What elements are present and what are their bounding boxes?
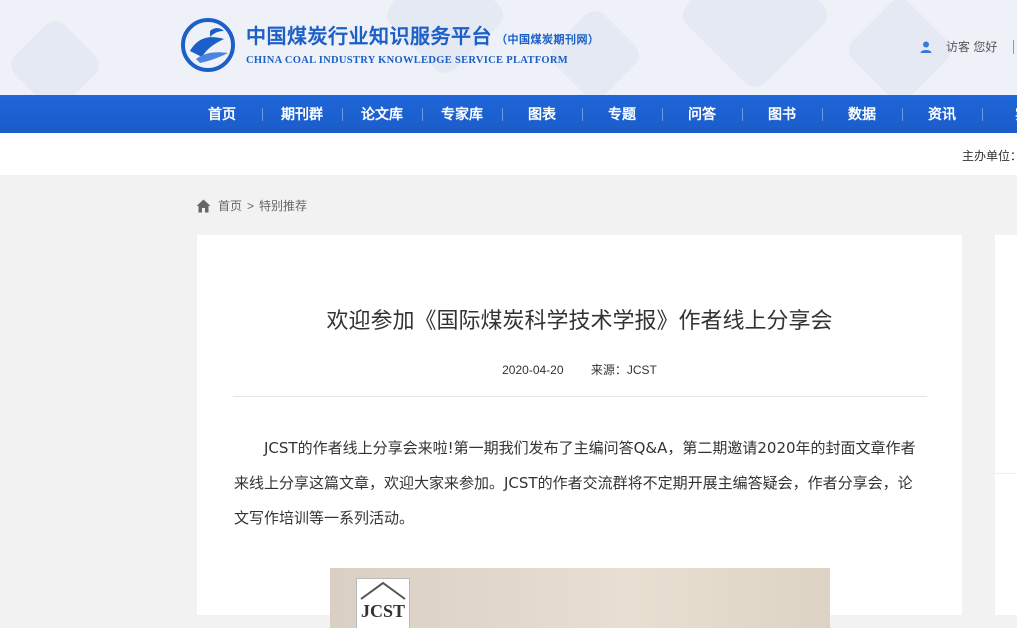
- sub-bar: 主办单位：: [0, 133, 1017, 175]
- roof-icon: [360, 581, 406, 600]
- nav-item-experts[interactable]: 专家库: [422, 95, 502, 133]
- site-logo[interactable]: 中国煤炭行业知识服务平台 （中国煤炭期刊网） CHINA COAL INDUSTR…: [180, 17, 600, 73]
- article-meta: 2020-04-20 来源：JCST: [197, 361, 962, 378]
- logo-icon: [181, 18, 235, 72]
- image-logo-text: JCST: [361, 601, 406, 621]
- article-source: 来源：JCST: [590, 363, 657, 377]
- breadcrumb-separator: >: [247, 198, 255, 213]
- nav-item-home[interactable]: 首页: [182, 95, 262, 133]
- site-name-cn: 中国煤炭行业知识服务平台 （中国煤炭期刊网）: [246, 24, 600, 48]
- nav-item-books[interactable]: 图书: [742, 95, 822, 133]
- breadcrumb-current[interactable]: 特别推荐: [259, 197, 307, 214]
- nav-item-qa[interactable]: 问答: [662, 95, 742, 133]
- visitor-greeting[interactable]: 访客 您好: [920, 38, 1015, 55]
- main-nav: 首页 期刊群 论文库 专家库 图表 专题 问答 图书 数据 资讯 实: [0, 95, 1017, 133]
- article-card: 欢迎参加《国际煤炭科学技术学报》作者线上分享会 2020-04-20 来源：JC…: [197, 235, 962, 628]
- nav-item-news[interactable]: 资讯: [902, 95, 982, 133]
- host-unit-label: 主办单位：: [962, 149, 1017, 163]
- site-name-sub: （中国煤炭期刊网）: [496, 33, 600, 46]
- site-name-en: CHINA COAL INDUSTRY KNOWLEDGE SERVICE PL…: [246, 55, 568, 66]
- right-sidebar: [995, 235, 1017, 615]
- site-header: 中国煤炭行业知识服务平台 （中国煤炭期刊网） CHINA COAL INDUSTR…: [0, 0, 1017, 95]
- divider: [233, 396, 927, 397]
- header-divider: [1013, 39, 1015, 54]
- article-date: 2020-04-20: [502, 363, 564, 377]
- jcst-logo-image: JCST: [356, 578, 410, 628]
- nav-item-more[interactable]: 实: [982, 95, 1017, 133]
- nav-item-charts[interactable]: 图表: [502, 95, 582, 133]
- visitor-text: 访客 您好: [946, 40, 998, 54]
- article-title: 欢迎参加《国际煤炭科学技术学报》作者线上分享会: [326, 309, 833, 334]
- article-body: JCST的作者线上分享会来啦!第一期我们发布了主编问答Q&A，第二期邀请2020…: [234, 439, 916, 527]
- nav-item-data[interactable]: 数据: [822, 95, 902, 133]
- nav-item-journals[interactable]: 期刊群: [262, 95, 342, 133]
- header-decor: [5, 15, 105, 95]
- home-icon: [196, 199, 211, 212]
- article-image: JCST: [330, 568, 830, 628]
- breadcrumb: 首页 > 特别推荐: [196, 197, 307, 214]
- nav-item-topics[interactable]: 专题: [582, 95, 662, 133]
- header-decor: [677, 0, 833, 93]
- breadcrumb-home[interactable]: 首页: [218, 197, 242, 214]
- divider: [995, 473, 1017, 474]
- nav-item-papers[interactable]: 论文库: [342, 95, 422, 133]
- user-icon: [920, 41, 932, 53]
